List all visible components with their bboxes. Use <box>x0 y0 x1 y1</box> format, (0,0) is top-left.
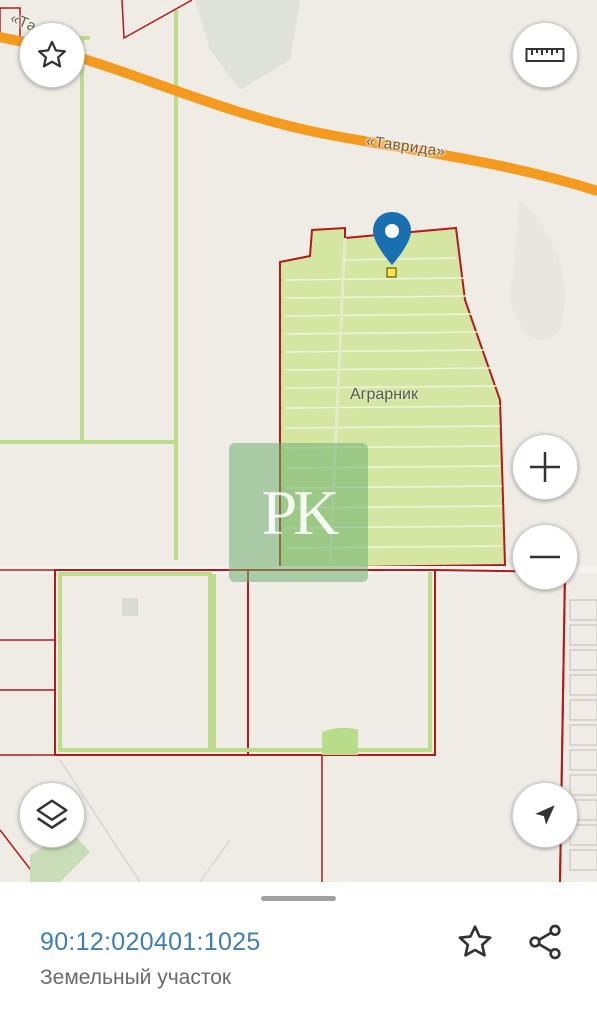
parcel-border <box>54 569 249 756</box>
sheet-drag-handle[interactable] <box>261 896 336 901</box>
highway <box>0 31 597 197</box>
minus-icon <box>530 555 560 559</box>
ruler-icon <box>525 48 565 62</box>
terrain-patch <box>510 200 565 340</box>
ruler-button[interactable] <box>512 22 578 88</box>
my-location-button[interactable] <box>512 782 578 848</box>
field-strip <box>80 40 84 440</box>
field-strip <box>0 440 175 444</box>
structure <box>122 598 138 616</box>
layers-button[interactable] <box>19 782 85 848</box>
terrain-patch <box>195 0 300 90</box>
zoom-out-button[interactable] <box>512 524 578 590</box>
watermark-logo: PK <box>229 443 368 582</box>
map-view[interactable]: «Таврида» «Таврида» Аграрник PK <box>0 0 597 882</box>
parcel-border <box>0 569 55 756</box>
object-type: Земельный участок <box>40 966 232 989</box>
layers-icon <box>36 799 68 829</box>
plus-icon <box>530 452 560 482</box>
favorite-map-button[interactable] <box>19 22 85 88</box>
green-patch <box>322 727 358 755</box>
info-sheet[interactable]: 90:12:020401:1025 Земельный участок <box>0 882 597 1024</box>
field-strip <box>248 572 432 752</box>
parcel-border <box>121 0 193 40</box>
track <box>59 759 231 882</box>
place-label: Аграрник <box>350 386 418 403</box>
star-icon <box>458 925 492 957</box>
parcel-border <box>247 569 436 756</box>
zoom-in-button[interactable] <box>512 434 578 500</box>
favorite-button[interactable] <box>453 920 497 964</box>
share-button[interactable] <box>523 920 567 964</box>
field-strip <box>212 574 248 752</box>
watermark-text: PK <box>261 476 340 548</box>
navigation-arrow-icon <box>535 805 555 825</box>
location-pin-icon[interactable] <box>371 210 413 284</box>
map-canvas <box>0 0 597 882</box>
star-icon <box>37 40 67 68</box>
share-icon <box>529 924 561 960</box>
cadastral-number[interactable]: 90:12:020401:1025 <box>40 928 261 957</box>
